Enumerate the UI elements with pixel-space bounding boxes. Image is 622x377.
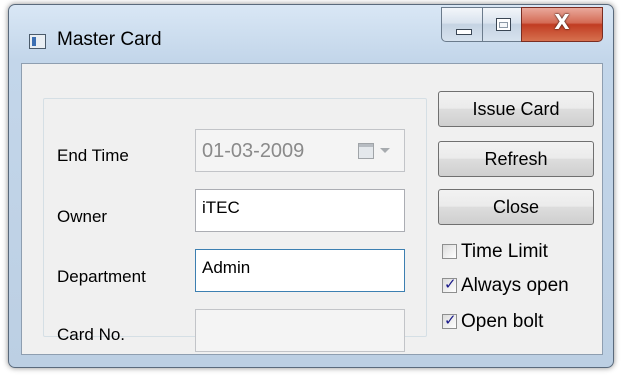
title-bar[interactable]: Master Card X: [9, 5, 613, 63]
end-time-date-picker[interactable]: 01-03-2009: [195, 129, 405, 172]
always-open-label: Always open: [461, 275, 569, 296]
owner-input[interactable]: iTEC: [195, 189, 405, 232]
end-time-value: 01-03-2009: [202, 140, 305, 162]
master-card-window: Master Card X End Time 01-03-2009 Owner …: [8, 4, 614, 368]
dialog-body: End Time 01-03-2009 Owner iTEC Departmen…: [21, 63, 603, 355]
chevron-down-icon: [380, 148, 390, 153]
time-limit-label: Time Limit: [461, 241, 548, 262]
owner-label: Owner: [57, 207, 108, 226]
maximize-icon: [496, 18, 511, 31]
card-details-group: End Time 01-03-2009 Owner iTEC Departmen…: [43, 98, 427, 352]
checkmark-icon: ✓: [444, 275, 457, 293]
window-title: Master Card: [57, 29, 162, 50]
minimize-icon: [456, 29, 472, 35]
department-label: Department: [57, 267, 146, 286]
card-no-input[interactable]: [195, 309, 405, 352]
refresh-button[interactable]: Refresh: [438, 141, 594, 177]
app-window-icon[interactable]: [29, 34, 46, 49]
calendar-icon: [358, 143, 374, 159]
department-input[interactable]: Admin: [195, 249, 405, 292]
open-bolt-label: Open bolt: [461, 311, 544, 332]
checkmark-icon: ✓: [444, 311, 457, 329]
maximize-button[interactable]: [482, 7, 522, 42]
open-bolt-box[interactable]: ✓: [442, 311, 457, 329]
minimize-button[interactable]: [441, 7, 483, 42]
issue-card-button[interactable]: Issue Card: [438, 91, 594, 127]
close-window-button[interactable]: X: [521, 7, 603, 42]
time-limit-box[interactable]: [442, 244, 457, 259]
end-time-label: End Time: [57, 146, 129, 165]
card-no-label: Card No.: [57, 325, 126, 344]
caption-buttons: X: [441, 7, 603, 43]
close-icon: X: [554, 10, 570, 34]
close-button[interactable]: Close: [438, 189, 594, 225]
always-open-box[interactable]: ✓: [442, 275, 457, 293]
